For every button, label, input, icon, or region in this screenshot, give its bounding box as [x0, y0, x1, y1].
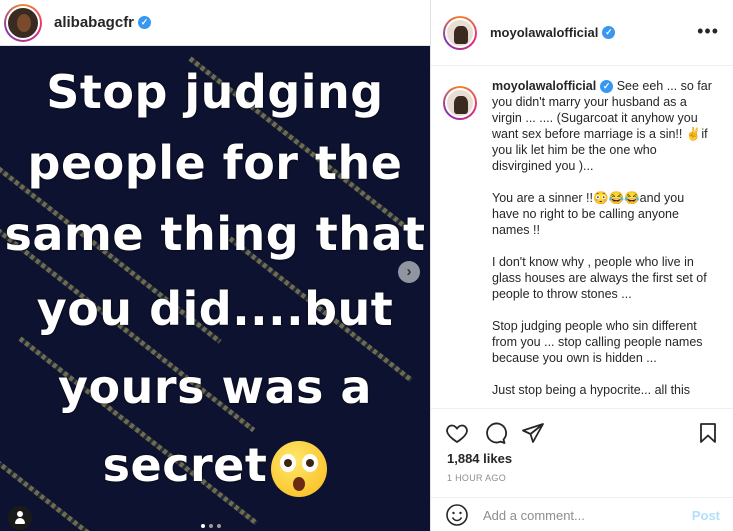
avatar[interactable]: [443, 86, 477, 120]
heart-icon[interactable]: [445, 421, 469, 445]
carousel-dots: [201, 524, 221, 528]
image-text-word: secret: [102, 438, 268, 492]
user-tag-icon[interactable]: [8, 506, 32, 530]
chevron-right-icon[interactable]: ›: [398, 261, 420, 283]
avatar[interactable]: [4, 3, 42, 42]
verified-badge-icon: ✓: [138, 16, 152, 29]
post-side-panel: moyolawalofficial ✓ ••• moyolawalofficia…: [430, 0, 733, 531]
carousel-dot: [217, 524, 221, 528]
emoji-smiley-icon[interactable]: [445, 503, 469, 527]
post-timestamp[interactable]: 1 HOUR AGO: [447, 473, 506, 483]
instagram-post-view: alibabagcfr ✓ Stop judging people for th…: [0, 0, 733, 531]
post-comment-button[interactable]: Post: [692, 508, 720, 523]
flushed-face-emoji-icon: [271, 440, 328, 497]
caption-text: moyolawalofficial ✓ See eeh ... so far yo…: [492, 78, 733, 398]
post-image[interactable]: Stop judging people for the same thing t…: [0, 46, 430, 531]
bookmark-icon[interactable]: [696, 421, 720, 445]
caption-paragraph: Just stop being a hypocrite... all this: [492, 383, 691, 397]
more-options-icon[interactable]: •••: [697, 22, 719, 40]
verified-badge-icon: ✓: [600, 80, 614, 94]
image-text-line: same thing that: [4, 207, 426, 261]
caption-username[interactable]: moyolawalofficial: [492, 79, 596, 93]
share-icon[interactable]: [521, 421, 545, 445]
image-text-line-last: secret: [0, 439, 430, 497]
caption-paragraph: See eeh ... so far you didn't marry your…: [492, 79, 712, 173]
post-username[interactable]: moyolawalofficial: [490, 25, 598, 40]
caption-paragraph: I don't know why , people who live in gl…: [492, 255, 707, 301]
image-text-line: people for the: [27, 136, 403, 190]
post-actions: 1,884 likes 1 HOUR AGO Add a comment... …: [431, 408, 733, 531]
comment-bar: Add a comment... Post: [431, 497, 733, 531]
caption-paragraph: Stop judging people who sin different fr…: [492, 319, 703, 365]
previous-post-header: alibabagcfr ✓: [0, 0, 430, 46]
comment-input[interactable]: Add a comment...: [483, 508, 585, 523]
avatar[interactable]: [443, 15, 477, 50]
image-text-line: yours was a: [58, 360, 372, 414]
comment-icon[interactable]: [483, 421, 507, 445]
caption-area: moyolawalofficial ✓ See eeh ... so far yo…: [431, 78, 733, 408]
likes-count[interactable]: 1,884 likes: [447, 451, 512, 466]
carousel-dot-active: [201, 524, 205, 528]
image-text-line: you did....but: [36, 282, 394, 336]
action-icons: [445, 421, 545, 445]
carousel-dot: [209, 524, 213, 528]
verified-badge-icon: ✓: [602, 26, 616, 39]
previous-post-username[interactable]: alibabagcfr: [54, 14, 134, 31]
image-text-line: Stop judging: [46, 65, 384, 119]
post-header: moyolawalofficial ✓ •••: [431, 0, 733, 66]
caption-paragraph: You are a sinner !!😳😂😂and you have no ri…: [492, 191, 685, 237]
